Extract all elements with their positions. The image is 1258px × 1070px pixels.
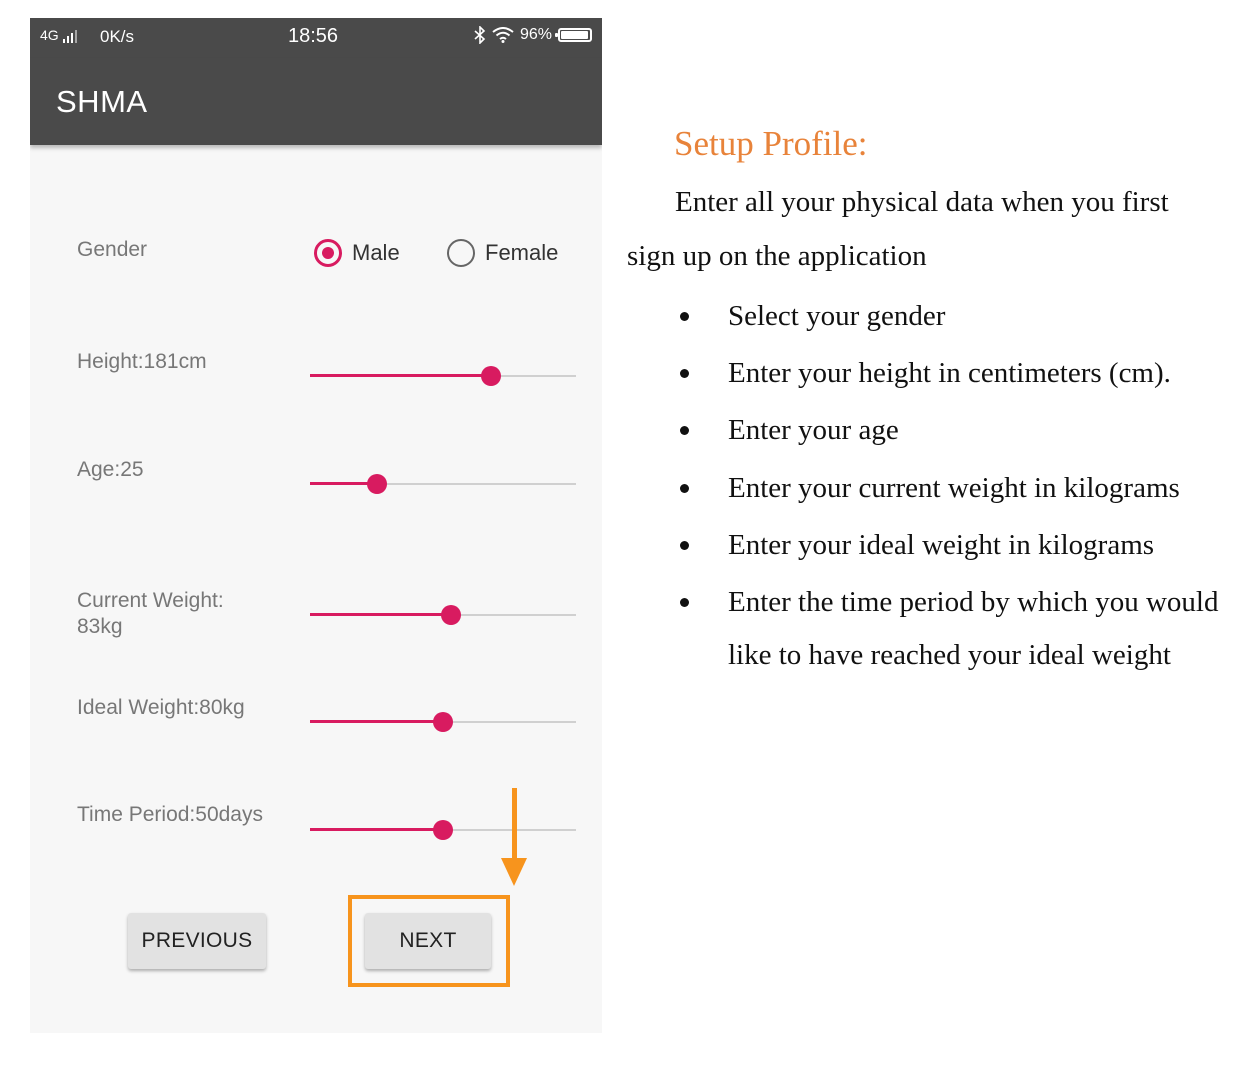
bluetooth-icon: [474, 26, 486, 44]
app-bar: SHMA: [30, 58, 602, 145]
slider-thumb[interactable]: [366, 474, 387, 494]
bullet-icon: [680, 484, 689, 493]
slider-thumb[interactable]: [433, 712, 453, 732]
current-weight-label: Current Weight: 83kg: [77, 589, 224, 638]
signal-icon: [62, 29, 77, 43]
status-icons: 96%: [474, 26, 592, 44]
radio-unselected-icon: [447, 239, 475, 267]
age-label: Age:25: [77, 458, 144, 481]
bullet-icon: [680, 369, 689, 378]
ideal-weight-slider[interactable]: [310, 710, 576, 734]
intro-text-continued: sign up on the application: [627, 240, 927, 272]
arrow-down-icon: [501, 858, 527, 886]
status-bar: 4G 0K/s 18:56 96%: [30, 18, 602, 58]
gender-male-radio[interactable]: Male: [314, 239, 400, 267]
slider-thumb[interactable]: [480, 366, 501, 386]
battery-icon: [555, 28, 592, 42]
female-label: Female: [485, 240, 559, 265]
phone-screen: 4G 0K/s 18:56 96% SHMA Gender Male Femal…: [30, 18, 602, 1033]
gender-label: Gender: [77, 238, 148, 261]
previous-button[interactable]: PREVIOUS: [128, 913, 266, 969]
age-slider[interactable]: [310, 472, 576, 496]
slider-thumb[interactable]: [440, 605, 461, 625]
gender-female-radio[interactable]: Female: [447, 239, 558, 267]
time-period-slider[interactable]: [310, 818, 576, 842]
male-label: Male: [352, 240, 400, 265]
ideal-weight-label: Ideal Weight:80kg: [77, 696, 245, 719]
network-speed: 0K/s: [100, 27, 135, 46]
pointer-arrow: [512, 788, 517, 860]
bullet-icon: [680, 312, 689, 321]
bullet-icon: [680, 541, 689, 550]
network-type: 4G: [40, 27, 59, 43]
height-label: Height:181cm: [77, 350, 207, 373]
current-weight-slider[interactable]: [310, 603, 576, 627]
wifi-icon: [492, 27, 514, 43]
clock: 18:56: [288, 25, 339, 47]
next-highlight-box: [348, 895, 510, 987]
time-period-label: Time Period:50days: [77, 803, 263, 826]
section-heading: Setup Profile:: [674, 124, 868, 163]
height-slider[interactable]: [310, 364, 576, 388]
bullet-icon: [680, 426, 689, 435]
slider-thumb[interactable]: [433, 820, 453, 840]
signal-indicator: 4G: [40, 27, 77, 43]
intro-text: Enter all your physical data when you fi…: [675, 186, 1169, 218]
bullet-icon: [680, 598, 689, 607]
app-title: SHMA: [56, 84, 148, 119]
radio-selected-icon: [314, 239, 342, 267]
battery-percent: 96%: [519, 26, 552, 43]
